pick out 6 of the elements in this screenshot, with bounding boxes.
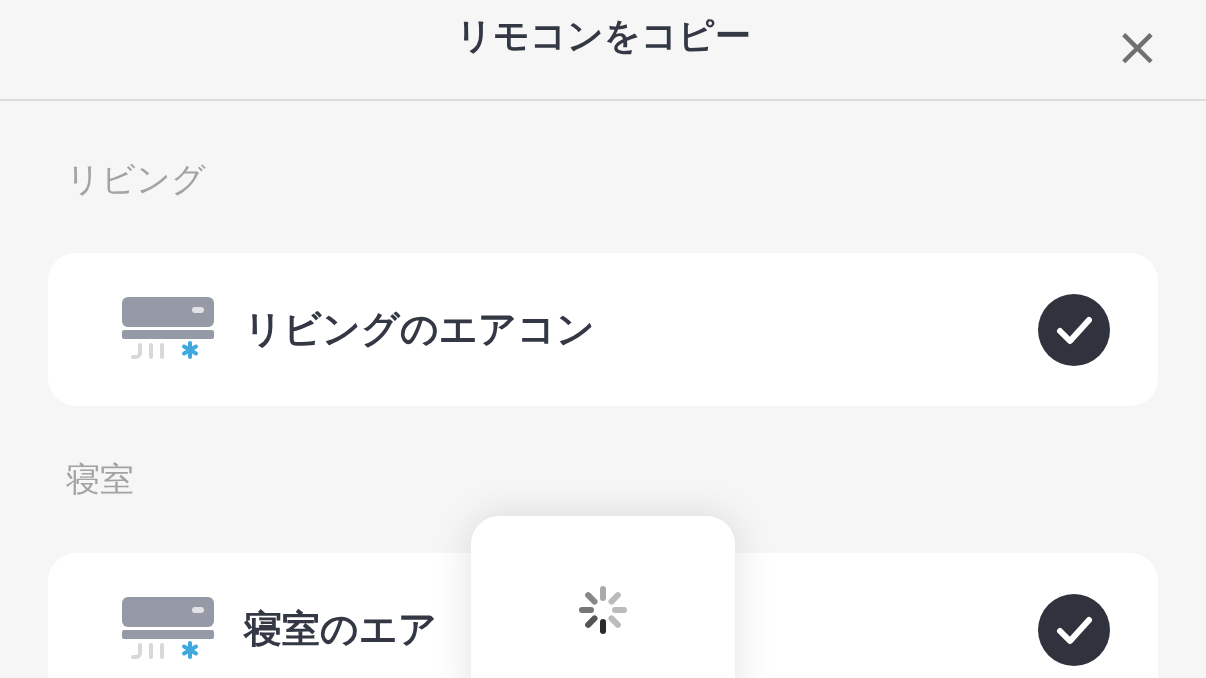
dialog-title: リモコンをコピー bbox=[455, 14, 751, 58]
close-button[interactable]: × bbox=[1108, 20, 1166, 74]
section-label: リビング bbox=[66, 159, 206, 199]
section-label: 寝室 bbox=[66, 459, 134, 499]
device-name: 寝室のエア bbox=[244, 606, 437, 653]
device-name: リビングのエアコン bbox=[244, 306, 595, 353]
